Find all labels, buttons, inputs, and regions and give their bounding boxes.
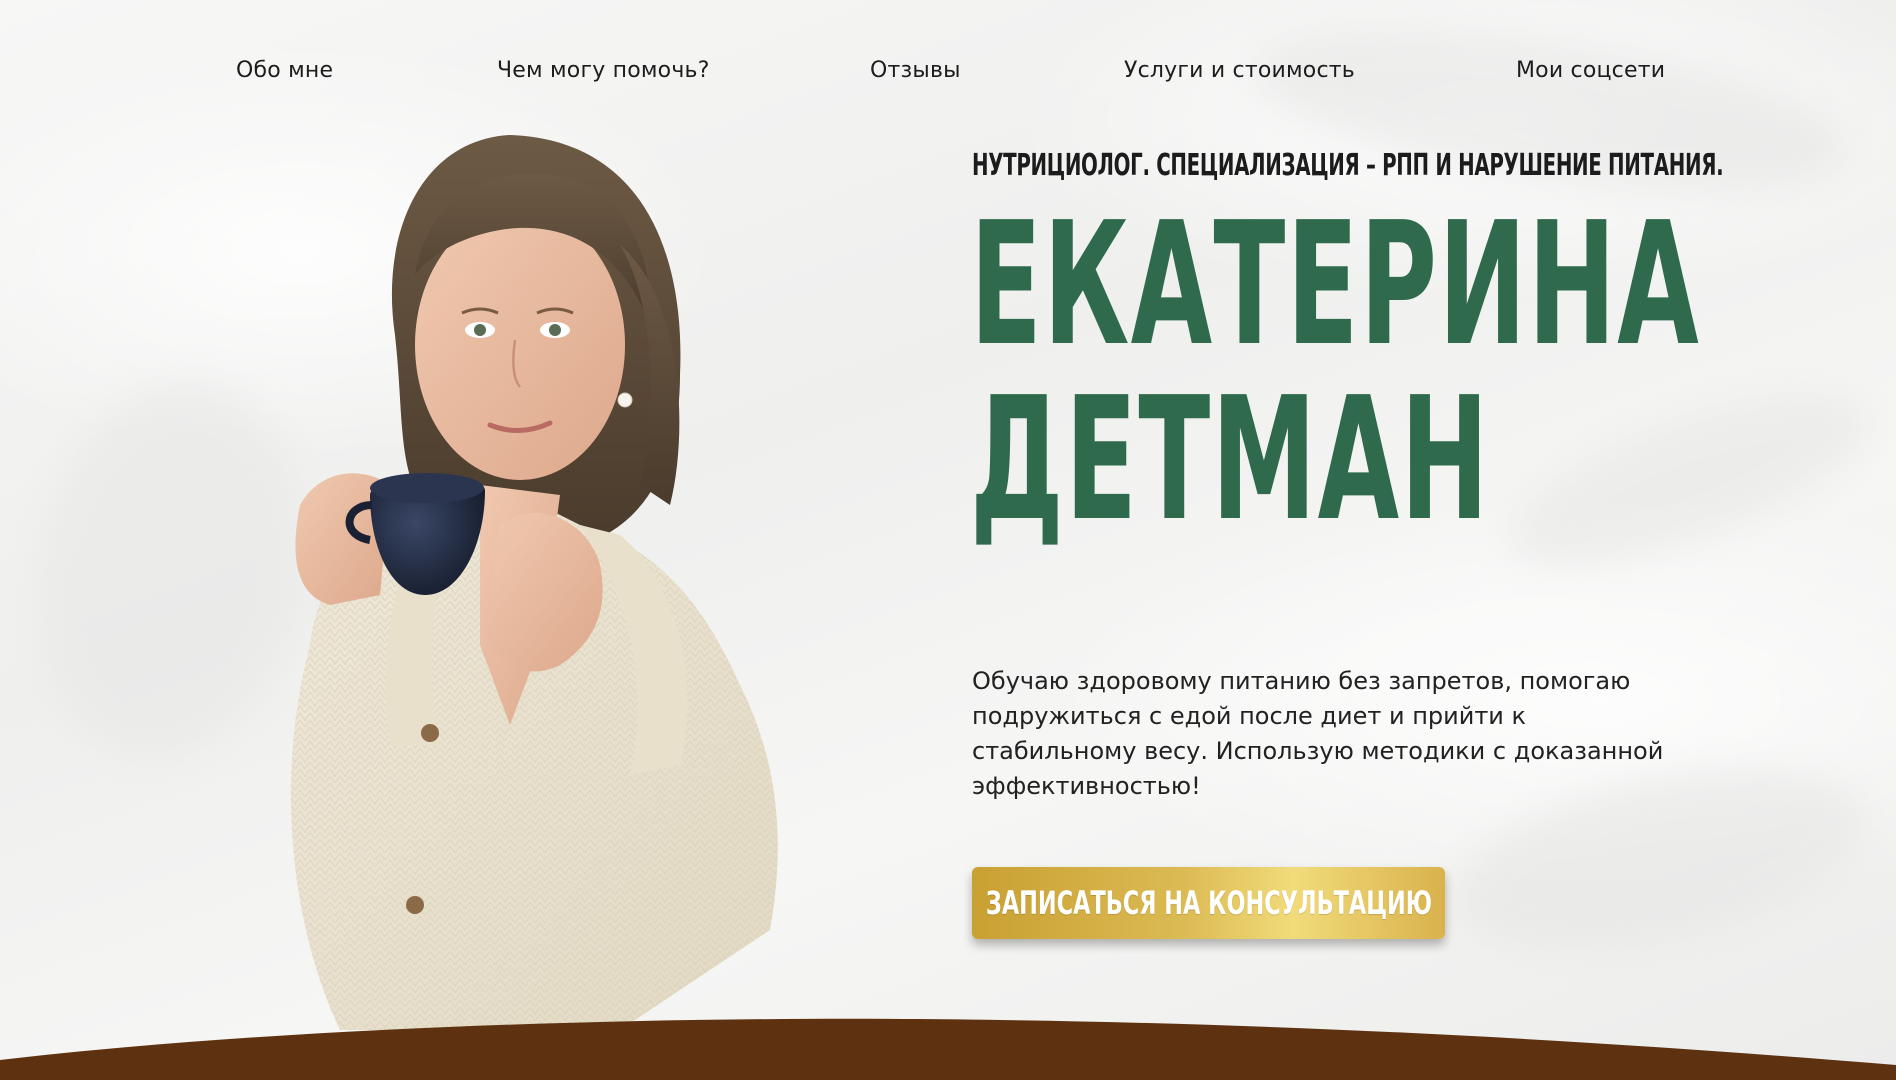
first-name-heading: ЕКАТЕРИНА	[970, 186, 1701, 384]
nav-item-about[interactable]: Обо мне	[236, 58, 333, 83]
hero-description: Обучаю здоровому питанию без запретов, п…	[972, 667, 1664, 800]
book-consultation-label: ЗАПИСАТЬСЯ НА КОНСУЛЬТАЦИЮ	[985, 884, 1432, 922]
woman-with-cup-portrait	[290, 135, 778, 1030]
bottom-wave-divider	[0, 1018, 1896, 1080]
nav-item-services-prices[interactable]: Услуги и стоимость	[1124, 58, 1355, 83]
nav-item-reviews[interactable]: Отзывы	[870, 58, 961, 83]
book-consultation-button[interactable]: ЗАПИСАТЬСЯ НА КОНСУЛЬТАЦИЮ	[972, 867, 1445, 939]
nav-item-social-networks[interactable]: Мои соцсети	[1516, 58, 1665, 83]
portrait-photo	[290, 135, 778, 1030]
main-navigation: Обо мне Чем могу помочь? Отзывы Услуги и…	[0, 52, 1896, 92]
profession-subtitle: НУТРИЦИОЛОГ. СПЕЦИАЛИЗАЦИЯ – РПП И НАРУШ…	[972, 148, 1724, 183]
last-name-heading: ДЕТМАН	[970, 361, 1490, 559]
nav-item-how-i-help[interactable]: Чем могу помочь?	[497, 58, 710, 83]
